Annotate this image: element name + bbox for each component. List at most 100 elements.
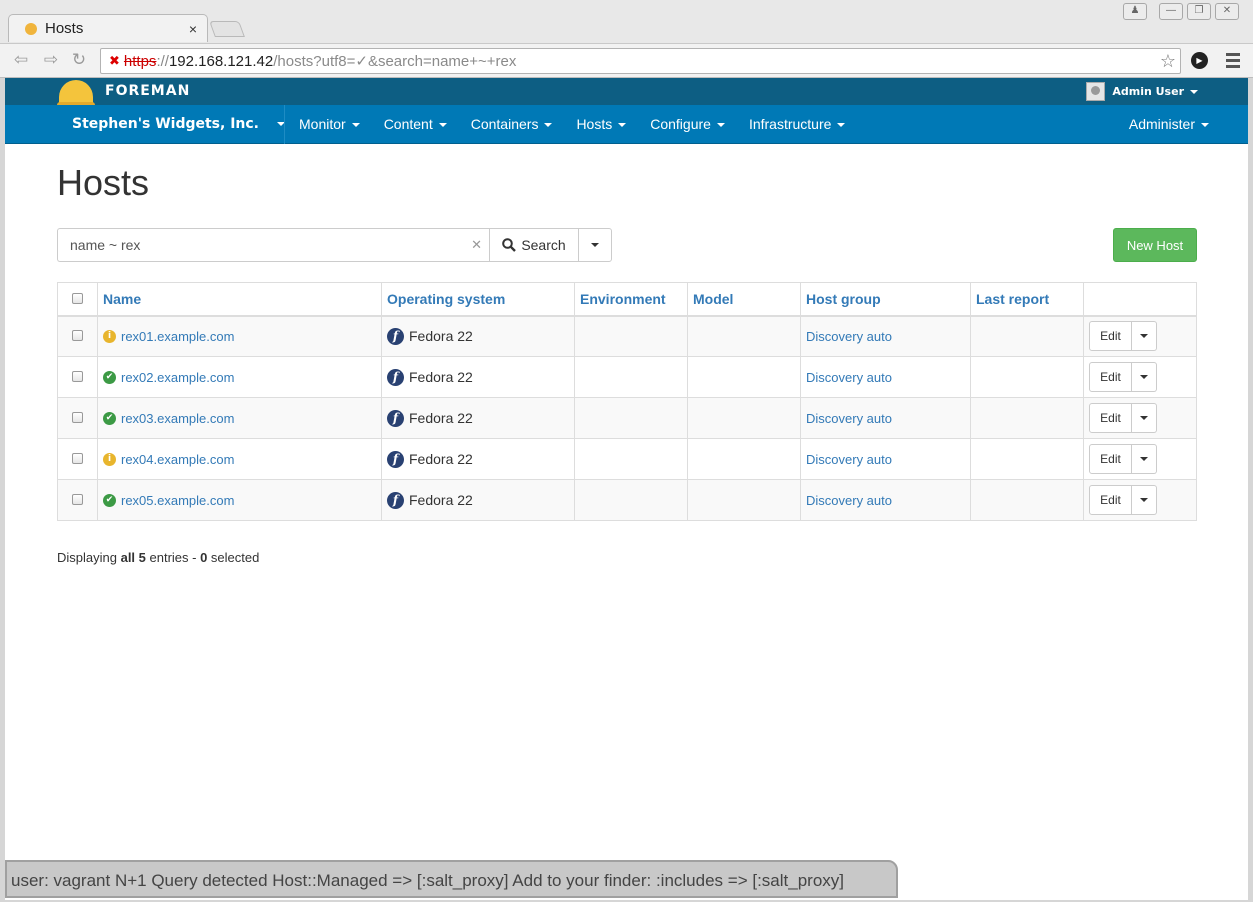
column-model[interactable]: Model — [687, 282, 801, 317]
os-name: Fedora 22 — [409, 451, 473, 467]
environment-cell — [574, 356, 688, 398]
page-viewport: FOREMAN Admin User Stephen's Widgets, In… — [5, 78, 1248, 900]
hostgroup-link[interactable]: Discovery auto — [806, 370, 892, 385]
row-checkbox[interactable] — [72, 329, 83, 341]
environment-cell — [574, 438, 688, 480]
os-cell: f Fedora 22 — [381, 356, 575, 398]
organization-switcher[interactable]: Stephen's Widgets, Inc. — [72, 105, 286, 144]
last-report-cell — [970, 356, 1084, 398]
column-operating-system[interactable]: Operating system — [381, 282, 575, 317]
hostgroup-link[interactable]: Discovery auto — [806, 493, 892, 508]
actions-dropdown-button[interactable] — [1132, 444, 1157, 474]
chevron-down-icon — [1140, 416, 1148, 420]
profile-icon[interactable]: ♟ — [1123, 3, 1147, 20]
browser-chrome: Hosts × ♟ — ❐ ✕ ⇦ ⇨ ↻ ✖ https :// 192.16… — [0, 0, 1253, 78]
entries-summary: Displaying all 5 entries - 0 selected — [57, 550, 260, 565]
edit-button[interactable]: Edit — [1089, 362, 1132, 392]
hostgroup-link[interactable]: Discovery auto — [806, 452, 892, 467]
tab-close-icon[interactable]: × — [189, 21, 197, 37]
search-field[interactable]: ✕ — [57, 228, 490, 262]
chevron-down-icon — [1201, 123, 1209, 128]
foreman-favicon-icon — [25, 22, 37, 35]
close-window-icon[interactable]: ✕ — [1215, 3, 1239, 20]
last-report-cell — [970, 315, 1084, 357]
host-name-cell: i rex04.example.com — [97, 438, 382, 480]
hostgroup-link[interactable]: Discovery auto — [806, 329, 892, 344]
insecure-lock-icon: ✖ — [109, 53, 120, 68]
chevron-down-icon — [351, 123, 360, 128]
chevron-down-icon — [438, 123, 447, 128]
nav-item-configure[interactable]: Configure — [638, 105, 737, 144]
minimize-icon[interactable]: — — [1159, 3, 1183, 20]
search-button[interactable]: Search — [489, 228, 579, 262]
select-all-checkbox[interactable] — [72, 292, 83, 304]
actions-dropdown-button[interactable] — [1132, 485, 1157, 515]
environment-cell — [574, 397, 688, 439]
tab-title: Hosts — [45, 20, 84, 37]
actions-dropdown-button[interactable] — [1132, 321, 1157, 352]
host-name-link[interactable]: rex01.example.com — [121, 329, 234, 344]
bookmark-star-icon[interactable]: ☆ — [1160, 51, 1176, 72]
forward-icon[interactable]: ⇨ — [40, 49, 62, 71]
nav-item-content[interactable]: Content — [372, 105, 459, 144]
row-checkbox[interactable] — [72, 452, 83, 464]
search-input[interactable] — [58, 229, 490, 261]
user-menu[interactable]: Admin User — [1086, 82, 1198, 101]
chevron-down-icon — [1190, 89, 1198, 94]
row-checkbox[interactable] — [72, 411, 83, 423]
host-name-link[interactable]: rex02.example.com — [121, 370, 234, 385]
clear-search-icon[interactable]: ✕ — [471, 237, 482, 253]
column-environment[interactable]: Environment — [574, 282, 688, 317]
search-bookmarks-dropdown[interactable] — [578, 228, 612, 262]
hostgroup-cell: Discovery auto — [800, 315, 971, 357]
restore-icon[interactable]: ❐ — [1187, 3, 1211, 20]
edit-button[interactable]: Edit — [1089, 321, 1132, 352]
fedora-logo-icon: f — [387, 409, 404, 427]
reload-icon[interactable]: ↻ — [68, 49, 90, 71]
model-cell — [687, 315, 801, 357]
extension-play-icon[interactable]: ▶ — [1191, 52, 1208, 69]
host-name-link[interactable]: rex04.example.com — [121, 452, 234, 467]
nav-item-infrastructure[interactable]: Infrastructure — [737, 105, 857, 144]
hostgroup-cell: Discovery auto — [800, 397, 971, 439]
hostgroup-cell: Discovery auto — [800, 438, 971, 480]
os-cell: f Fedora 22 — [381, 438, 575, 480]
os-cell: f Fedora 22 — [381, 479, 575, 521]
row-select-cell — [57, 397, 98, 439]
back-icon[interactable]: ⇦ — [10, 49, 32, 71]
column-host-group[interactable]: Host group — [800, 282, 971, 317]
last-report-cell — [970, 438, 1084, 480]
nav-item-containers[interactable]: Containers — [459, 105, 565, 144]
browser-menu-icon[interactable] — [1226, 53, 1240, 71]
nav-item-administer[interactable]: Administer — [1129, 105, 1209, 144]
row-select-cell — [57, 356, 98, 398]
new-host-button[interactable]: New Host — [1113, 228, 1197, 262]
row-checkbox[interactable] — [72, 493, 83, 505]
host-name-cell: ✔ rex03.example.com — [97, 397, 382, 439]
os-cell: f Fedora 22 — [381, 397, 575, 439]
actions-cell: Edit — [1083, 479, 1197, 521]
host-name-link[interactable]: rex05.example.com — [121, 493, 234, 508]
browser-tab[interactable]: Hosts × — [8, 14, 208, 42]
actions-dropdown-button[interactable] — [1132, 403, 1157, 433]
address-bar[interactable]: ✖ https :// 192.168.121.42 /hosts?utf8=✓… — [100, 48, 1181, 74]
new-tab-button[interactable] — [209, 21, 245, 37]
column-name[interactable]: Name — [97, 282, 382, 317]
nav-item-monitor[interactable]: Monitor — [287, 105, 372, 144]
fedora-logo-icon: f — [387, 491, 404, 509]
host-name-link[interactable]: rex03.example.com — [121, 411, 234, 426]
edit-button[interactable]: Edit — [1089, 444, 1132, 474]
model-cell — [687, 479, 801, 521]
row-checkbox[interactable] — [72, 370, 83, 382]
bullet-notice-footer: user: vagrant N+1 Query detected Host::M… — [5, 860, 898, 898]
actions-dropdown-button[interactable] — [1132, 362, 1157, 392]
table-header-row: Name Operating system Environment Model … — [57, 282, 1197, 317]
brand-name[interactable]: FOREMAN — [105, 83, 190, 99]
nav-item-hosts[interactable]: Hosts — [564, 105, 638, 144]
edit-button[interactable]: Edit — [1089, 403, 1132, 433]
avatar — [1086, 82, 1106, 101]
hostgroup-link[interactable]: Discovery auto — [806, 411, 892, 426]
last-report-cell — [970, 397, 1084, 439]
column-last-report[interactable]: Last report — [970, 282, 1084, 317]
edit-button[interactable]: Edit — [1089, 485, 1132, 515]
